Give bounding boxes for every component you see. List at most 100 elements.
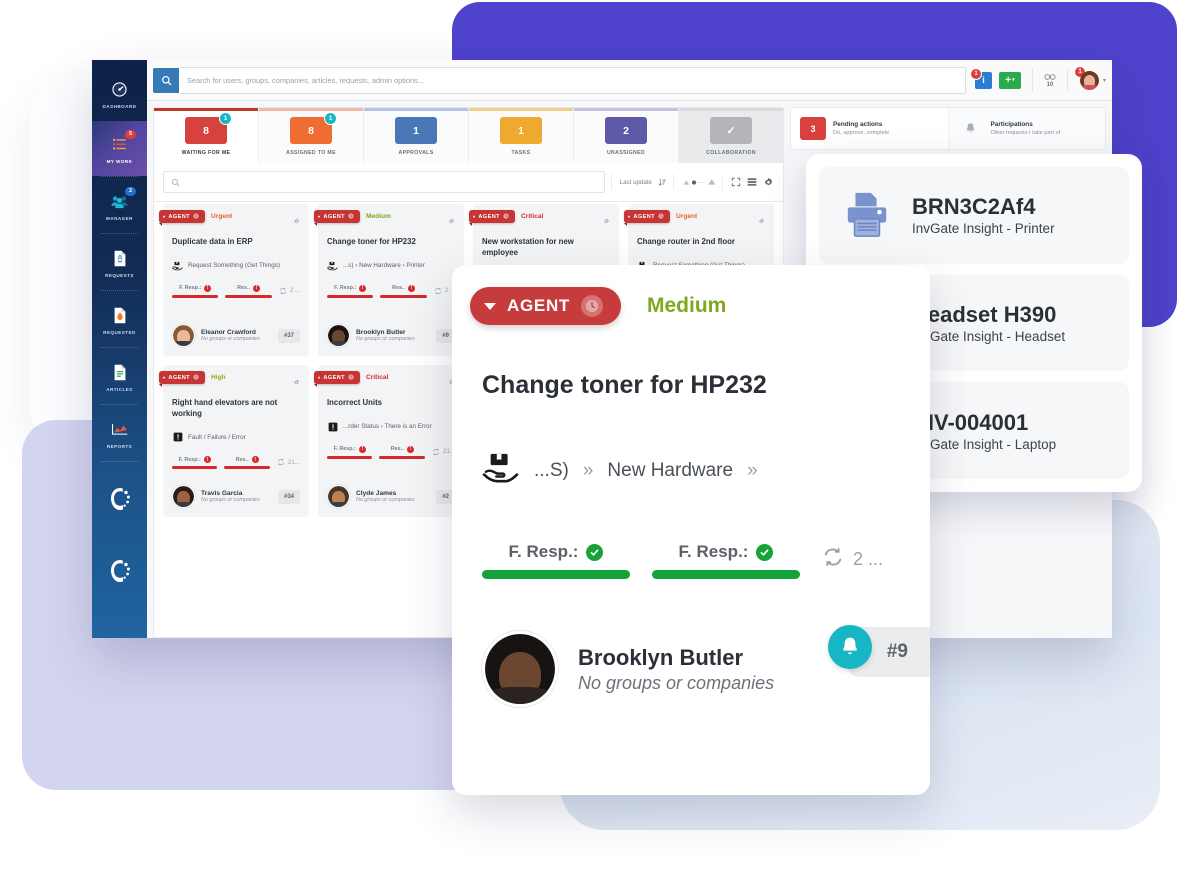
gear-icon[interactable] xyxy=(293,373,300,391)
sidebar-item-manager[interactable]: 2 MANAGER xyxy=(92,178,147,233)
sort-control[interactable]: Last update xyxy=(610,174,667,190)
sla-bar-2 xyxy=(224,466,270,470)
tab-waiting-for-me[interactable]: 8 1 WAITING FOR ME xyxy=(154,108,259,163)
sort-icon[interactable] xyxy=(658,178,667,187)
agent-pill[interactable]: ▾ AGENT xyxy=(314,371,360,387)
gear-icon[interactable] xyxy=(758,212,765,230)
user-menu[interactable]: 1 ▾ xyxy=(1073,65,1106,91)
tab-assigned-to-me[interactable]: 8 1 ASSIGNED TO ME xyxy=(259,108,364,163)
chevron-right-icon: » xyxy=(582,460,594,481)
refresh-icon xyxy=(279,287,286,294)
panel-title: Participations xyxy=(990,121,1033,128)
view-controls xyxy=(722,174,774,190)
printer-icon xyxy=(839,191,895,239)
caret-down-icon: ▾ xyxy=(473,214,476,219)
create-button[interactable]: + ▾ xyxy=(998,71,1021,89)
sidebar-badge: 2 xyxy=(125,187,136,196)
card-footer: Eleanor Crawford No groups or companies #3… xyxy=(172,324,300,347)
pending-count: 3 xyxy=(800,117,826,140)
sidebar-nav: DASHBOARD 5 MY WORK 2 MANAGER REQUESTS REQUEST… xyxy=(92,60,147,463)
sla-bar-2 xyxy=(379,455,425,459)
sidebar-item-requests[interactable]: REQUESTS xyxy=(92,235,147,290)
caret-down-icon: ▾ xyxy=(163,214,166,219)
card-header: ▾ AGENT Medium xyxy=(314,210,455,226)
list-item[interactable]: BRN3C2Af4 InvGate Insight - Printer xyxy=(819,167,1129,264)
agent-pill[interactable]: ▾ AGENT xyxy=(159,210,205,226)
size-slider[interactable] xyxy=(673,174,716,190)
sidebar-item-dashboard[interactable]: DASHBOARD xyxy=(92,66,147,121)
tab-count: 1 xyxy=(413,124,419,137)
sidebar-item-label: MY WORK xyxy=(106,158,133,164)
table-row[interactable]: ▾ AGENT High Right hand elevators are not w… xyxy=(159,365,309,517)
sla-status-icon-2: ! xyxy=(251,456,259,464)
reopen-count: 2 ... xyxy=(822,542,883,573)
fullscreen-icon[interactable] xyxy=(731,177,741,187)
notifications-button[interactable]: 1 i xyxy=(969,67,992,89)
assignee-info: Brooklyn Butler No groups or companies xyxy=(356,329,430,342)
asset-name: BRN3C2Af4 xyxy=(912,194,1036,220)
sla-first-response: F. Resp.: xyxy=(482,542,630,579)
card-header: ▾ AGENT Critical xyxy=(314,371,455,387)
ticket-id: #34 xyxy=(277,489,300,504)
table-row[interactable]: ▾ AGENT Urgent Duplicate data in ERP Request… xyxy=(159,204,309,356)
zoomed-ticket-card[interactable]: AGENT Medium Change toner for HP232 ...S… xyxy=(452,265,930,795)
global-search[interactable]: Search for users, groups, companies, art… xyxy=(153,66,966,94)
summary-panel-participations[interactable]: Participations Other requests I take part… xyxy=(948,108,1105,149)
sla-bar-1 xyxy=(172,466,218,470)
sla-resolution: Res..! xyxy=(380,284,427,298)
tab-tasks[interactable]: 1 TASKS xyxy=(469,108,574,163)
search-icon xyxy=(171,178,180,186)
tab-collaboration[interactable]: ✓ COLLABORATION xyxy=(679,108,783,163)
agent-pill[interactable]: AGENT xyxy=(470,287,621,325)
summary-panel-pending-actions[interactable]: 3 Pending actions Do, approve, complete xyxy=(791,108,949,149)
sidebar-item-my-work[interactable]: 5 MY WORK xyxy=(92,121,147,176)
priority-label: Medium xyxy=(647,294,727,317)
gear-icon[interactable] xyxy=(763,177,774,188)
category-part-1: ...S) xyxy=(534,460,569,481)
tab-label: TASKS xyxy=(511,150,531,156)
plus-glyph: + xyxy=(1005,74,1012,86)
sidebar-item-reports[interactable]: REPORTS xyxy=(92,406,147,461)
brand-logo-top xyxy=(92,463,147,535)
search-icon[interactable] xyxy=(153,67,179,93)
gear-icon[interactable] xyxy=(603,212,610,230)
agent-pill[interactable]: ▾ AGENT xyxy=(159,371,205,387)
assignee-info: Brooklyn Butler No groups or companies xyxy=(578,645,774,694)
chevron-down-icon: ▾ xyxy=(1102,77,1106,84)
sla-indicators: F. Resp.:! Res..! 21... xyxy=(327,445,455,459)
list-search-input[interactable] xyxy=(163,171,605,193)
grid-view-icon[interactable] xyxy=(747,177,757,187)
gear-icon[interactable] xyxy=(448,212,455,230)
tab-top-line xyxy=(469,108,573,111)
sidebar-item-requested[interactable]: REQUESTED xyxy=(92,292,147,347)
tab-approvals[interactable]: 1 APPROVALS xyxy=(364,108,469,163)
summary-panels: 3 Pending actions Do, approve, complete Par… xyxy=(790,107,1106,150)
ticket-category: ...S) » New Hardware » xyxy=(482,452,900,490)
avatar xyxy=(327,485,350,508)
ticket-title: Right hand elevators are not working xyxy=(172,398,278,418)
agent-label: AGENT xyxy=(168,374,190,381)
chart-icon xyxy=(111,419,128,441)
avatar xyxy=(327,324,350,347)
tab-count-tile: ✓ xyxy=(710,117,752,144)
tab-unassigned[interactable]: 2 UNASSIGNED xyxy=(574,108,679,163)
sidebar-item-articles[interactable]: ARTICLES xyxy=(92,349,147,404)
tab-count-tile: 1 xyxy=(395,117,437,144)
sla-status-icon-2: ! xyxy=(252,284,260,292)
table-row[interactable]: ▾ AGENT Critical Incorrect Units ...rder Sta… xyxy=(314,365,464,517)
clock-icon xyxy=(348,212,354,221)
top-bar-actions: 1 i + ▾ 10 1 ▾ xyxy=(966,65,1106,91)
search-input[interactable]: Search for users, groups, companies, art… xyxy=(179,66,966,94)
agent-pill[interactable]: ▾ AGENT xyxy=(314,210,360,226)
bell-icon[interactable] xyxy=(828,625,872,669)
table-row[interactable]: ▾ AGENT Medium Change toner for HP232 ...s) … xyxy=(314,204,464,356)
sla-label-2: Res.. xyxy=(235,456,249,463)
ticket-category: ...s) › New Hardware › Printer xyxy=(327,261,455,271)
agent-pill[interactable]: ▾ AGENT xyxy=(469,210,515,226)
card-footer: Brooklyn Butler No groups or companies #9 xyxy=(327,324,455,347)
incident-icon xyxy=(327,422,338,432)
gear-icon[interactable] xyxy=(293,212,300,230)
agent-pill[interactable]: ▾ AGENT xyxy=(624,210,670,226)
avatar xyxy=(1078,69,1100,91)
assets-counter-button[interactable]: 10 xyxy=(1044,73,1056,88)
